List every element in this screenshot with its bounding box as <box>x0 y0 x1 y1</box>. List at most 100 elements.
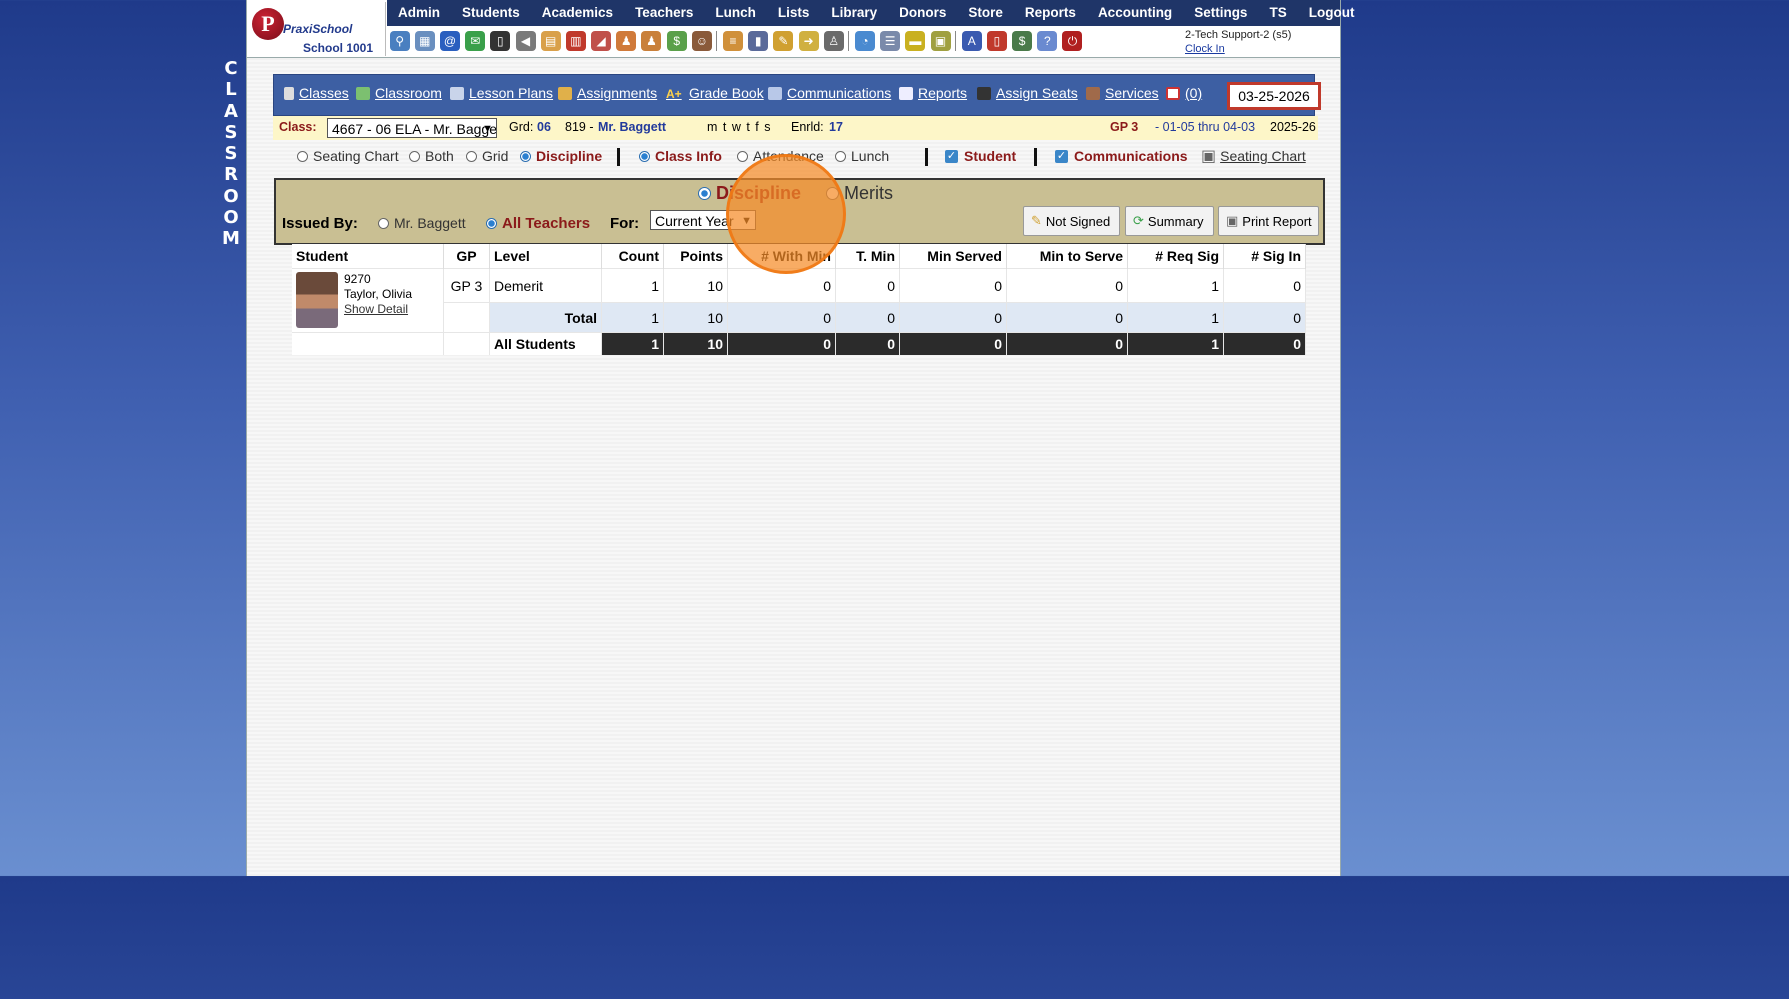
nav-classes[interactable]: Classes <box>284 85 349 101</box>
grading-period: GP 3 <box>1110 120 1139 134</box>
radio-class-info[interactable]: Class Info <box>639 148 722 164</box>
pencil-icon[interactable]: ✎ <box>773 31 794 51</box>
all-min-to-serve: 0 <box>1006 332 1128 355</box>
total-count: 1 <box>601 302 664 333</box>
people-icon[interactable]: ☺ <box>691 31 712 51</box>
nav-lesson-plans[interactable]: Lesson Plans <box>450 85 553 101</box>
all-with-min: 0 <box>727 332 836 355</box>
cell-min-to-serve: 0 <box>1006 268 1128 303</box>
book-icon[interactable]: ▮ <box>748 31 769 51</box>
phone-icon[interactable]: ▯ <box>490 31 511 51</box>
cell-gp: GP 3 <box>443 268 490 303</box>
menu-lists[interactable]: Lists <box>767 0 821 26</box>
print-seating-chart-link[interactable]: ▣ Seating Chart <box>1201 146 1306 166</box>
menu-settings[interactable]: Settings <box>1183 0 1258 26</box>
menu-academics[interactable]: Academics <box>531 0 624 26</box>
total-min-to-serve: 0 <box>1006 302 1128 333</box>
radio-merits-mode[interactable]: Merits <box>826 183 893 204</box>
header-count: Count <box>601 244 664 269</box>
grading-period-range: - 01-05 thru 04-03 <box>1155 120 1256 134</box>
card-icon[interactable]: ▬ <box>905 31 926 51</box>
radio-discipline[interactable]: Discipline <box>520 148 602 164</box>
vertical-letter: L <box>225 79 237 101</box>
menu-reports[interactable]: Reports <box>1014 0 1087 26</box>
calendar-date-icon[interactable]: ▥ <box>565 31 586 51</box>
print-report-button[interactable]: ▣ Print Report <box>1218 206 1319 236</box>
vertical-letter: M <box>222 228 240 250</box>
search-icon[interactable]: ⚲ <box>389 31 410 51</box>
megaphone-icon[interactable]: ◢ <box>591 31 612 51</box>
nav-classroom[interactable]: Classroom <box>356 85 442 101</box>
menu-admin[interactable]: Admin <box>387 0 451 26</box>
check-communications[interactable]: ✓ Communications <box>1055 148 1188 164</box>
vertical-letter: O <box>223 207 239 229</box>
radio-lunch[interactable]: Lunch <box>835 148 889 164</box>
menu-library[interactable]: Library <box>820 0 888 26</box>
period-select[interactable]: Current Year ▼ <box>650 210 756 230</box>
checkmark-icon: ✓ <box>945 149 958 163</box>
nav-assign-seats[interactable]: Assign Seats <box>977 85 1078 101</box>
show-detail-link[interactable]: Show Detail <box>344 302 412 317</box>
lunch-icon[interactable]: ≡ <box>723 31 744 51</box>
menu-ts[interactable]: TS <box>1258 0 1297 26</box>
cell-t-min: 0 <box>835 268 900 303</box>
cash-icon[interactable]: $ <box>1012 31 1033 51</box>
nav-grade-book[interactable]: A+ Grade Book <box>666 85 764 101</box>
teacher-icon[interactable]: ♟ <box>641 31 662 51</box>
radio-attendance[interactable]: Attendance <box>737 148 824 164</box>
main-page: P PraxiSchool School 1001 Admin Students A… <box>246 0 1354 876</box>
book-open-icon <box>450 86 464 100</box>
nav-messages[interactable]: (0) <box>1166 85 1202 101</box>
date-field[interactable]: 03-25-2026 <box>1227 82 1321 110</box>
menu-lunch[interactable]: Lunch <box>704 0 767 26</box>
nav-assignments[interactable]: Assignments <box>558 85 657 101</box>
nav-services[interactable]: Services <box>1086 85 1159 101</box>
radio-seating-chart[interactable]: Seating Chart <box>297 148 399 164</box>
chat-icon[interactable]: ✉ <box>465 31 486 51</box>
radio-issued-teacher[interactable]: Mr. Baggett <box>378 215 466 231</box>
student-icon[interactable]: ♟ <box>616 31 637 51</box>
email-icon[interactable]: @ <box>439 31 460 51</box>
ap-icon[interactable]: A <box>961 31 982 51</box>
printer-icon[interactable]: ▣ <box>930 31 951 51</box>
praxischool-logo[interactable]: P PraxiSchool School 1001 <box>249 2 386 56</box>
radio-grid[interactable]: Grid <box>466 148 508 164</box>
money-icon[interactable]: $ <box>666 31 687 51</box>
radio-discipline-mode[interactable]: Discipline <box>698 183 801 204</box>
not-signed-button[interactable]: ✎ Not Signed <box>1023 206 1120 236</box>
speaker-icon[interactable]: ◀ <box>515 31 536 51</box>
clock-in-link[interactable]: Clock In <box>1185 42 1291 56</box>
class-select[interactable]: 4667 - 06 ELA - Mr. Baggett ▼ <box>327 118 497 138</box>
total-points: 10 <box>663 302 728 333</box>
user-icon[interactable]: ♙ <box>823 31 844 51</box>
student-name: Taylor, Olivia <box>344 287 413 301</box>
nav-communications[interactable]: Communications <box>768 85 891 101</box>
radio-issued-all[interactable]: All Teachers <box>486 215 590 232</box>
classroom-vertical-label: CLASSROOM <box>222 58 240 250</box>
total-req-sig: 1 <box>1127 302 1224 333</box>
clock-icon[interactable]: ◔ <box>854 31 875 51</box>
teacher-name: Mr. Baggett <box>598 120 667 134</box>
menu-accounting[interactable]: Accounting <box>1087 0 1183 26</box>
assignments-icon <box>558 86 572 100</box>
pdf-icon[interactable]: ▯ <box>986 31 1007 51</box>
vertical-letter: A <box>224 100 238 122</box>
menu-store[interactable]: Store <box>957 0 1014 26</box>
class-nav-bar: Classes Classroom Lesson Plans Assignmen… <box>273 74 1321 116</box>
power-icon[interactable]: ⏻ <box>1062 31 1083 51</box>
help-icon[interactable]: ? <box>1037 31 1058 51</box>
menu-logout[interactable]: Logout <box>1298 0 1366 26</box>
export-icon[interactable]: ➜ <box>798 31 819 51</box>
calendar-icon[interactable]: ▤ <box>540 31 561 51</box>
grid-icon[interactable]: ▦ <box>414 31 435 51</box>
menu-students[interactable]: Students <box>451 0 531 26</box>
header-min-to-serve: Min to Serve <box>1006 244 1128 269</box>
radio-both[interactable]: Both <box>409 148 454 164</box>
menu-teachers[interactable]: Teachers <box>624 0 704 26</box>
nav-reports[interactable]: Reports <box>899 85 967 101</box>
enrolled-label: Enrld: <box>791 120 824 134</box>
menu-donors[interactable]: Donors <box>888 0 957 26</box>
summary-button[interactable]: ⟳ Summary <box>1125 206 1214 236</box>
check-student[interactable]: ✓ Student <box>945 148 1016 164</box>
list-icon[interactable]: ☰ <box>880 31 901 51</box>
